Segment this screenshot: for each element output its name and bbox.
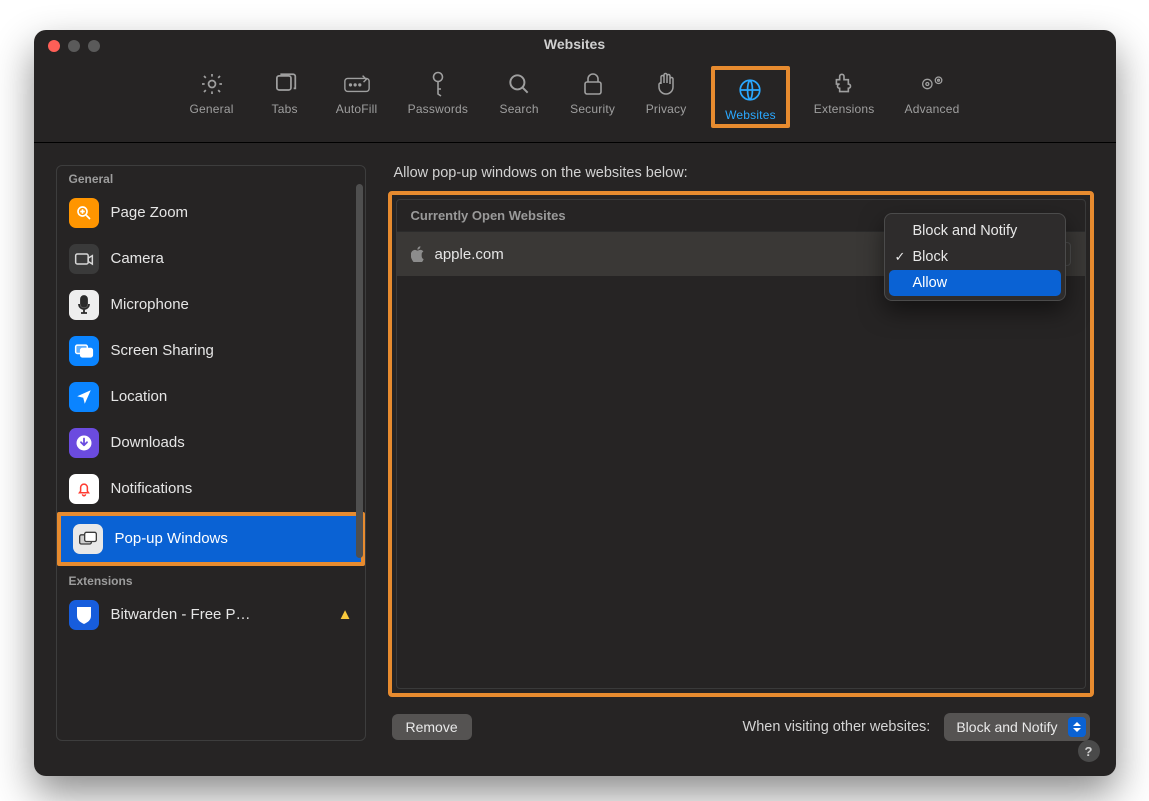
highlight-websites-tab: Websites — [711, 66, 790, 128]
tab-tabs[interactable]: Tabs — [258, 66, 312, 128]
apple-icon — [411, 246, 425, 262]
gear-icon — [198, 70, 226, 98]
tabs-icon — [271, 70, 299, 98]
lock-icon — [579, 70, 607, 98]
microphone-icon — [69, 290, 99, 320]
sidebar-item-label: Location — [111, 387, 353, 407]
highlight-website-list: Currently Open Websites apple.com Block … — [388, 191, 1094, 697]
help-button[interactable]: ? — [1078, 740, 1100, 762]
menu-item-block[interactable]: ✓ Block — [889, 244, 1061, 270]
puzzle-icon — [830, 70, 858, 98]
tab-autofill[interactable]: AutoFill — [330, 66, 384, 128]
checkmark-icon: ✓ — [895, 249, 906, 265]
window-title: Websites — [34, 36, 1116, 52]
sidebar-item-microphone[interactable]: Microphone — [57, 282, 365, 328]
tab-label: AutoFill — [336, 102, 378, 116]
tab-label: Passwords — [408, 102, 469, 116]
preferences-toolbar: General Tabs AutoFill Passwords Search — [34, 60, 1116, 143]
tab-label: Advanced — [905, 102, 960, 116]
main-heading: Allow pop-up windows on the websites bel… — [388, 165, 1094, 191]
tab-passwords[interactable]: Passwords — [402, 66, 475, 128]
tab-label: Extensions — [814, 102, 875, 116]
sidebar-section-general: General — [57, 166, 365, 190]
tab-privacy[interactable]: Privacy — [639, 66, 693, 128]
tab-label: Websites — [725, 108, 776, 122]
content-area: General Page Zoom Camera — [34, 143, 1116, 759]
sidebar-scrollbar[interactable] — [356, 178, 363, 728]
tab-label: Search — [499, 102, 538, 116]
sidebar-item-location[interactable]: Location — [57, 374, 365, 420]
tab-search[interactable]: Search — [492, 66, 546, 128]
tab-label: Tabs — [272, 102, 298, 116]
gears-icon — [918, 70, 946, 98]
sidebar-item-downloads[interactable]: Downloads — [57, 420, 365, 466]
sidebar-item-bitwarden[interactable]: Bitwarden - Free P… ▲ — [57, 592, 365, 638]
sidebar-item-page-zoom[interactable]: Page Zoom — [57, 190, 365, 236]
main-pane: Allow pop-up windows on the websites bel… — [388, 165, 1094, 741]
hand-icon — [652, 70, 680, 98]
tab-advanced[interactable]: Advanced — [899, 66, 966, 128]
tab-label: Security — [570, 102, 615, 116]
sidebar-item-label: Downloads — [111, 433, 353, 453]
sidebar-item-label: Screen Sharing — [111, 341, 353, 361]
sidebar-section-extensions: Extensions — [57, 566, 365, 592]
autofill-icon — [343, 70, 371, 98]
other-websites-select[interactable]: Block and Notify — [944, 713, 1089, 741]
highlight-popup-windows: Pop-up Windows — [57, 512, 365, 566]
tab-websites[interactable]: Websites — [719, 72, 782, 124]
other-websites-label: When visiting other websites: — [743, 719, 931, 735]
site-domain: apple.com — [435, 246, 504, 263]
sidebar-item-camera[interactable]: Camera — [57, 236, 365, 282]
warning-icon: ▲ — [338, 605, 353, 625]
menu-item-allow[interactable]: Allow — [889, 270, 1061, 296]
sidebar-item-label: Pop-up Windows — [115, 529, 349, 549]
main-footer: Remove When visiting other websites: Blo… — [388, 697, 1094, 741]
tab-extensions[interactable]: Extensions — [808, 66, 881, 128]
screen-sharing-icon — [69, 336, 99, 366]
updown-icon — [1068, 717, 1086, 737]
menu-item-block-and-notify[interactable]: Block and Notify — [889, 218, 1061, 244]
preferences-window: Websites General Tabs AutoFill Password — [34, 30, 1116, 776]
tab-label: General — [190, 102, 234, 116]
key-icon — [424, 70, 452, 98]
other-websites-value: Block and Notify — [956, 719, 1057, 735]
sidebar-item-label: Camera — [111, 249, 353, 269]
sidebar-item-screen-sharing[interactable]: Screen Sharing — [57, 328, 365, 374]
settings-sidebar: General Page Zoom Camera — [56, 165, 366, 741]
sidebar-item-notifications[interactable]: Notifications — [57, 466, 365, 512]
sidebar-item-popup-windows[interactable]: Pop-up Windows — [61, 516, 361, 562]
sidebar-item-label: Notifications — [111, 479, 353, 499]
remove-button[interactable]: Remove — [392, 714, 472, 740]
bitwarden-icon — [69, 600, 99, 630]
bell-icon — [69, 474, 99, 504]
sidebar-item-label: Page Zoom — [111, 203, 353, 223]
popup-windows-icon — [73, 524, 103, 554]
search-icon — [505, 70, 533, 98]
tab-label: Privacy — [646, 102, 687, 116]
sidebar-item-label: Microphone — [111, 295, 353, 315]
download-icon — [69, 428, 99, 458]
location-icon — [69, 382, 99, 412]
policy-dropdown-menu: Block and Notify ✓ Block Allow — [884, 213, 1066, 301]
camera-icon — [69, 244, 99, 274]
scrollbar-thumb[interactable] — [356, 184, 363, 558]
zoom-icon — [69, 198, 99, 228]
tab-security[interactable]: Security — [564, 66, 621, 128]
globe-icon — [736, 76, 764, 104]
sidebar-item-label: Bitwarden - Free P… — [111, 605, 322, 625]
tab-general[interactable]: General — [184, 66, 240, 128]
titlebar: Websites — [34, 30, 1116, 60]
